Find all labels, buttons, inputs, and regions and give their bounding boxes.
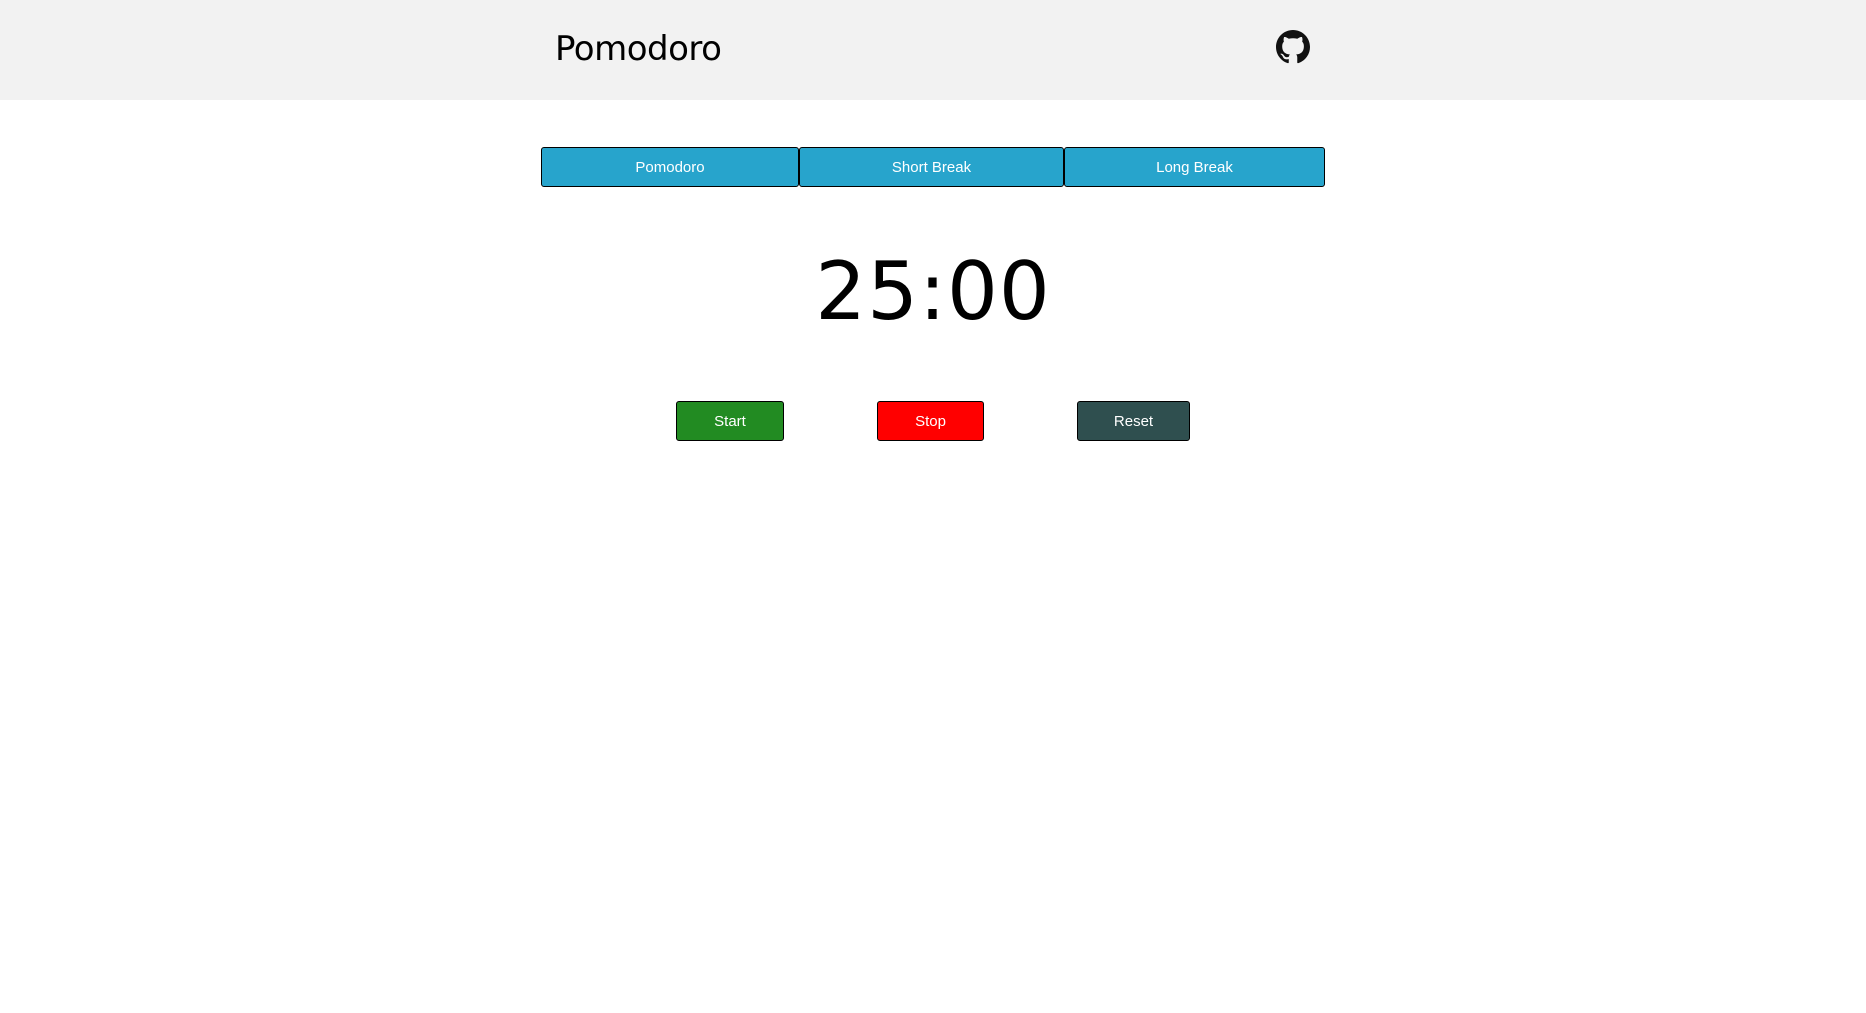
app-title: Pomodoro	[555, 29, 722, 69]
reset-button[interactable]: Reset	[1077, 401, 1190, 441]
stop-button[interactable]: Stop	[877, 401, 984, 441]
header-bar: Pomodoro	[0, 0, 1866, 100]
tab-long-break[interactable]: Long Break	[1064, 147, 1325, 187]
start-button[interactable]: Start	[676, 401, 784, 441]
github-link[interactable]	[1276, 30, 1310, 64]
tab-pomodoro[interactable]: Pomodoro	[541, 147, 799, 187]
github-icon	[1276, 30, 1310, 64]
timer-display: 25:00	[815, 245, 1051, 338]
tab-short-break[interactable]: Short Break	[799, 147, 1064, 187]
